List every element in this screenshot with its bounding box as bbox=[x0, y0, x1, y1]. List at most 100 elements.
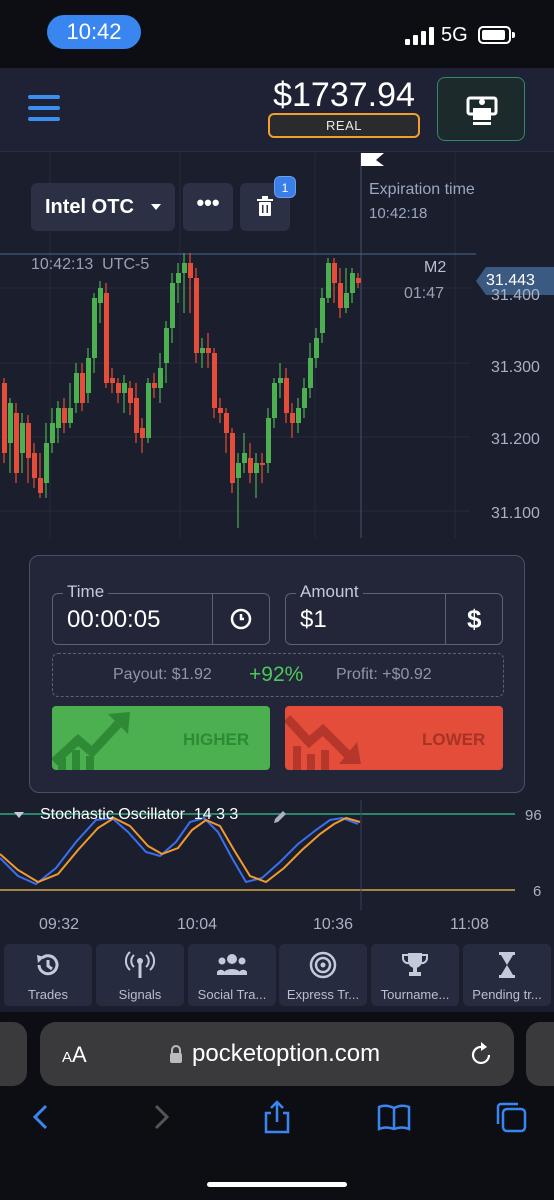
cashier-button[interactable] bbox=[437, 77, 525, 141]
candle-body bbox=[68, 408, 73, 423]
share-icon[interactable] bbox=[260, 1100, 294, 1134]
nav-social-trading[interactable]: Social Tra... bbox=[188, 944, 276, 1006]
candle-body bbox=[314, 338, 319, 358]
candle-body bbox=[122, 383, 127, 393]
amount-field[interactable]: Amount $1 $ bbox=[285, 582, 503, 645]
y-tick: 31.200 bbox=[491, 431, 540, 448]
candle-body bbox=[170, 283, 175, 328]
candle-body bbox=[164, 328, 169, 363]
nav-trades[interactable]: Trades bbox=[4, 944, 92, 1006]
candle-body bbox=[32, 453, 37, 478]
bottom-navigation: Trades Signals Social Tra... Express Tr.… bbox=[0, 940, 554, 1012]
menu-icon[interactable] bbox=[28, 95, 60, 121]
nav-label: Express Tr... bbox=[286, 987, 360, 1002]
target-icon bbox=[309, 951, 337, 979]
nav-signals[interactable]: Signals bbox=[96, 944, 184, 1006]
trade-panel: Time 00:00:05 Amount $1 $ Payout: $1.92 … bbox=[29, 555, 525, 793]
candle-countdown: 01:47 bbox=[404, 285, 445, 302]
trophy-icon bbox=[402, 953, 428, 976]
account-balance[interactable]: $1737.94 bbox=[268, 76, 420, 115]
candle-body bbox=[152, 383, 157, 388]
nav-label: Pending tr... bbox=[472, 987, 542, 1002]
higher-button[interactable]: HIGHER bbox=[52, 706, 270, 770]
collapse-icon[interactable] bbox=[14, 812, 24, 820]
expiration-time: 10:42:18 bbox=[369, 205, 428, 222]
previous-tab[interactable] bbox=[0, 1022, 27, 1086]
lower-button[interactable]: LOWER bbox=[285, 706, 503, 770]
browser-chrome: AA pocketoption.com bbox=[0, 1012, 554, 1200]
bookmarks-icon[interactable] bbox=[377, 1100, 411, 1134]
candle-body bbox=[230, 433, 235, 483]
candle-body bbox=[290, 413, 295, 423]
candle-body bbox=[350, 273, 355, 293]
x-tick: 11:08 bbox=[450, 916, 489, 933]
payout-value: Payout: $1.92 bbox=[113, 666, 212, 683]
timeframe-label[interactable]: M2 bbox=[424, 259, 446, 277]
candle-body bbox=[224, 413, 229, 433]
candle-body bbox=[110, 378, 115, 383]
history-icon bbox=[37, 954, 59, 976]
candle-body bbox=[308, 358, 313, 388]
asset-name: Intel OTC bbox=[45, 196, 134, 218]
candle-body bbox=[182, 263, 187, 273]
nav-label: Social Tra... bbox=[197, 987, 267, 1002]
candle-body bbox=[284, 378, 289, 413]
candle-body bbox=[188, 263, 193, 278]
forward-icon[interactable] bbox=[144, 1100, 178, 1134]
candle-body bbox=[344, 293, 349, 308]
nav-tournaments[interactable]: Tourname... bbox=[371, 944, 459, 1006]
text-size-button[interactable]: AA bbox=[62, 1042, 87, 1068]
candle-body bbox=[98, 288, 103, 303]
reload-icon[interactable] bbox=[470, 1041, 494, 1067]
candle-body bbox=[212, 353, 217, 408]
candle-body bbox=[242, 453, 247, 463]
candle-body bbox=[2, 383, 7, 453]
pencil-icon[interactable] bbox=[271, 808, 289, 826]
y-tick: 31.400 bbox=[491, 287, 540, 304]
network-type: 5G bbox=[441, 24, 468, 46]
account-type-badge[interactable]: REAL bbox=[268, 113, 420, 138]
candle-body bbox=[236, 463, 241, 478]
candle-body bbox=[332, 263, 337, 283]
price-chart[interactable]: Intel OTC ••• 1 10:42:13 UTC-5 Expiratio… bbox=[0, 153, 554, 913]
candle-body bbox=[218, 408, 223, 413]
candle-body bbox=[146, 383, 151, 438]
clock-icon[interactable] bbox=[229, 607, 253, 631]
stochastic-upper-level: 96 bbox=[525, 807, 542, 824]
url-text: pocketoption.com bbox=[192, 1040, 381, 1067]
candle-body bbox=[302, 388, 307, 408]
address-bar[interactable]: AA pocketoption.com bbox=[40, 1022, 514, 1086]
candle-body bbox=[338, 283, 343, 308]
asset-selector[interactable]: Intel OTC bbox=[31, 183, 175, 231]
users-icon bbox=[217, 954, 247, 975]
nav-label: Signals bbox=[118, 987, 162, 1002]
amount-value[interactable]: $1 bbox=[300, 606, 327, 634]
candle-body bbox=[104, 293, 109, 383]
currency-button[interactable]: $ bbox=[467, 604, 481, 635]
nav-pending-trades[interactable]: Pending tr... bbox=[463, 944, 551, 1006]
status-time: 10:42 bbox=[47, 15, 141, 49]
time-value[interactable]: 00:00:05 bbox=[67, 606, 160, 634]
higher-label: HIGHER bbox=[183, 730, 250, 749]
candle-body bbox=[248, 458, 253, 473]
stochastic-indicator[interactable]: Stochastic Oscillator 14 3 3 96 6 bbox=[0, 800, 554, 910]
time-field[interactable]: Time 00:00:05 bbox=[52, 582, 270, 645]
timezone: UTC-5 bbox=[102, 256, 150, 273]
back-icon[interactable] bbox=[24, 1100, 58, 1134]
chart-server-time: 10:42:13 UTC-5 bbox=[31, 256, 149, 274]
more-options-button[interactable]: ••• bbox=[183, 183, 233, 231]
next-tab[interactable] bbox=[526, 1022, 554, 1086]
nav-express-trades[interactable]: Express Tr... bbox=[279, 944, 367, 1006]
candle-body bbox=[44, 443, 49, 483]
home-indicator bbox=[207, 1182, 347, 1187]
stochastic-lower-level: 6 bbox=[533, 883, 542, 900]
y-tick: 31.300 bbox=[491, 359, 540, 376]
payout-percent: +92% bbox=[249, 663, 304, 686]
x-tick: 10:36 bbox=[313, 916, 354, 933]
time-label: Time bbox=[63, 582, 109, 602]
tabs-icon[interactable] bbox=[494, 1100, 528, 1134]
candle-body bbox=[38, 478, 43, 493]
app-header: $1737.94 REAL bbox=[0, 68, 554, 152]
battery-icon bbox=[478, 26, 515, 44]
candle-body bbox=[158, 368, 163, 388]
